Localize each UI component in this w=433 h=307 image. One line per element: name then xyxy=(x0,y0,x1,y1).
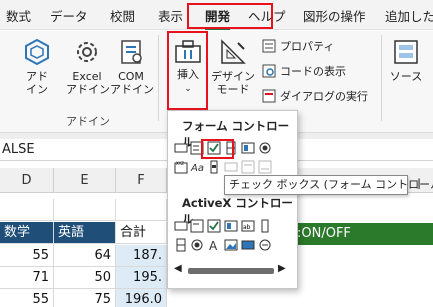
table-cell-total[interactable]: 187. xyxy=(116,245,167,267)
com-addins-icon xyxy=(121,40,142,64)
panel-scrollbar[interactable]: ◀ ▶ xyxy=(174,263,289,276)
list-box-icon[interactable] xyxy=(241,141,255,155)
svg-text:ab: ab xyxy=(243,224,251,231)
xml-source-icon xyxy=(394,40,418,64)
scroll-bar-icon[interactable] xyxy=(207,160,221,174)
svg-text:XYZ: XYZ xyxy=(176,161,184,166)
column-header-d[interactable]: D xyxy=(0,168,54,193)
insert-controls-panel: フォーム コントロール XYZ Aa ActiveX コントロール ab A ◀… xyxy=(167,110,298,289)
column-header-f[interactable]: F xyxy=(116,168,167,193)
text-cursor-icon: I xyxy=(417,177,422,193)
properties-button[interactable]: プロパティ xyxy=(262,38,334,54)
design-mode-icon xyxy=(221,39,246,64)
check-box-tooltip: チェック ボックス (フォーム コントロール) xyxy=(224,175,433,195)
addins-label: アド イン xyxy=(26,70,48,96)
table-cell[interactable]: 75 xyxy=(54,289,116,307)
run-dialog-label: ダイアログの実行 xyxy=(280,90,368,103)
design-mode-label: デザイン モード xyxy=(211,70,255,96)
addins-group-label: アドイン xyxy=(66,115,110,128)
design-mode-button[interactable]: デザイン モード xyxy=(211,37,255,96)
table-cell-total[interactable]: 196.0 xyxy=(116,289,167,307)
check-box-highlight xyxy=(201,139,234,159)
column-header-e[interactable]: E xyxy=(54,168,116,193)
combo-dropdown-icon xyxy=(258,160,272,174)
scroll-thumb[interactable] xyxy=(188,268,274,274)
view-code-button[interactable]: コードの表示 xyxy=(262,63,346,79)
scroll-right-icon[interactable]: ▶ xyxy=(278,263,286,274)
tab-formulas[interactable]: 数式 xyxy=(6,6,31,25)
activex-button-icon[interactable] xyxy=(174,219,188,233)
grid-cell[interactable] xyxy=(116,199,167,221)
activex-spin-icon[interactable] xyxy=(174,238,188,252)
xml-source-button[interactable]: ソース xyxy=(388,37,424,83)
activex-scrollbar-icon[interactable] xyxy=(258,219,272,233)
addins-icon xyxy=(25,38,49,66)
tab-data[interactable]: データ xyxy=(50,6,88,25)
properties-icon xyxy=(262,39,276,53)
group-box-icon[interactable]: XYZ xyxy=(174,160,188,174)
table-cell[interactable]: 55 xyxy=(0,289,54,307)
table-cell[interactable]: 55 xyxy=(0,245,54,267)
developer-tab-highlight xyxy=(187,3,273,29)
group-separator xyxy=(381,35,382,121)
com-addins-button[interactable]: COM アドイン xyxy=(110,37,154,96)
tab-view[interactable]: 表示 xyxy=(158,6,183,25)
activex-toggle-icon[interactable] xyxy=(241,238,255,252)
text-field-icon xyxy=(224,162,238,172)
table-cell[interactable]: 50 xyxy=(54,267,116,289)
activex-textbox-icon[interactable]: ab xyxy=(241,219,255,233)
combo-list-icon xyxy=(241,160,255,174)
tab-added[interactable]: 追加した xyxy=(385,6,433,25)
label-control-icon[interactable]: Aa xyxy=(190,160,204,174)
table-cell[interactable]: 64 xyxy=(54,245,116,267)
toggle-label-cell[interactable]: :ON/OFF xyxy=(293,223,433,245)
properties-label: プロパティ xyxy=(280,40,335,53)
insert-highlight xyxy=(167,31,208,110)
activex-combo-icon[interactable] xyxy=(190,219,204,233)
button-control-icon[interactable] xyxy=(174,141,188,155)
activex-image-icon[interactable] xyxy=(224,238,238,252)
scroll-left-icon[interactable]: ◀ xyxy=(174,263,182,274)
activex-checkbox-icon[interactable] xyxy=(207,219,221,233)
table-cell[interactable]: 71 xyxy=(0,267,54,289)
svg-text:Aa: Aa xyxy=(190,163,204,174)
formula-bar-text: ALSE xyxy=(2,142,35,157)
table-cell-total[interactable]: 195. xyxy=(116,267,167,289)
grid-cell[interactable] xyxy=(54,199,116,221)
option-button-icon[interactable] xyxy=(258,141,272,155)
run-dialog-button[interactable]: ダイアログの実行 xyxy=(262,88,368,104)
excel-addins-button[interactable]: Excel アドイン xyxy=(66,37,110,96)
excel-addins-label: Excel アドイン xyxy=(66,70,110,96)
table-header-total[interactable]: 合計 xyxy=(116,222,167,244)
table-header-english[interactable]: 英語 xyxy=(54,222,116,244)
activex-label-icon[interactable]: A xyxy=(207,238,221,252)
tab-review[interactable]: 校閲 xyxy=(110,6,135,25)
activex-option-icon[interactable] xyxy=(190,238,204,252)
run-dialog-icon xyxy=(262,89,276,103)
view-code-label: コードの表示 xyxy=(280,65,346,78)
view-code-icon xyxy=(262,64,276,78)
table-header-math[interactable]: 数学 xyxy=(0,222,54,244)
grid-cell[interactable] xyxy=(0,199,54,221)
tab-shape-format[interactable]: 図形の操作 xyxy=(303,6,366,25)
more-controls-icon[interactable] xyxy=(258,238,272,252)
gear-icon xyxy=(77,42,97,62)
com-addins-label: COM アドイン xyxy=(110,70,154,96)
svg-text:A: A xyxy=(209,239,218,252)
group-separator xyxy=(158,35,159,121)
source-label: ソース xyxy=(389,70,423,83)
activex-listbox-icon[interactable] xyxy=(224,219,238,233)
addins-button[interactable]: アド イン xyxy=(18,37,56,96)
